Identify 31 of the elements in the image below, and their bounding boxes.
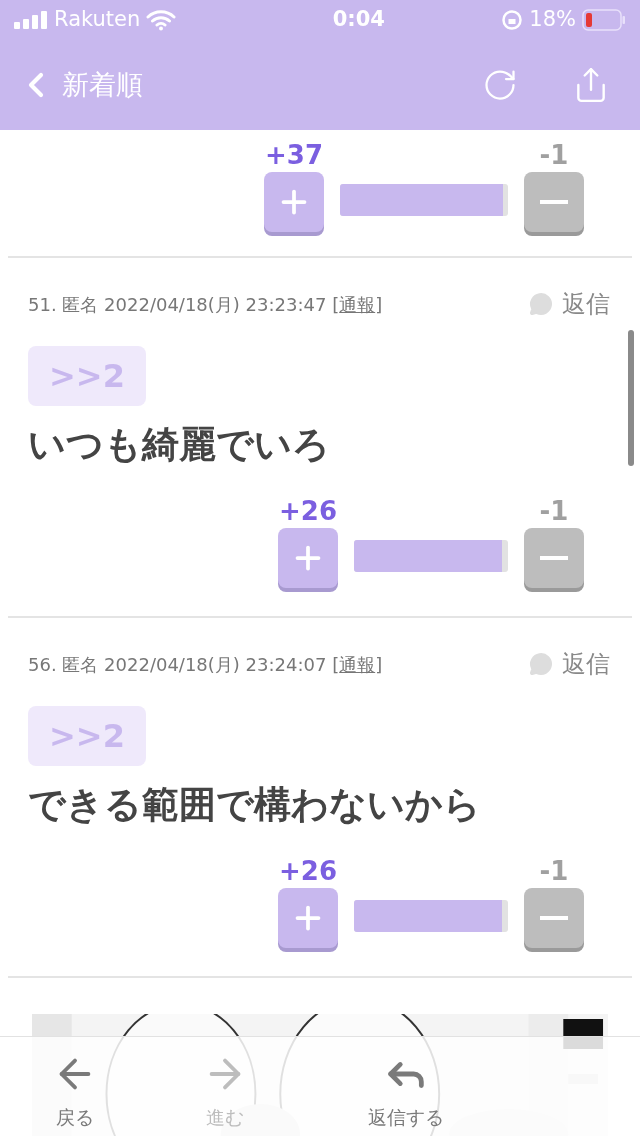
clock-time: 0:04: [332, 6, 385, 34]
minus-icon: [540, 556, 568, 560]
refresh-icon: [482, 67, 518, 103]
downvote-count: -1: [539, 498, 569, 524]
downvote-count: -1: [539, 142, 569, 168]
upvote-count: +26: [279, 498, 337, 524]
report-link[interactable]: 通報: [339, 293, 376, 315]
wifi-icon: [146, 9, 177, 31]
upvote-count: +37: [265, 142, 323, 168]
carrier-name: Rakuten: [54, 6, 141, 34]
refresh-button[interactable]: [482, 67, 518, 103]
post-meta: 56. 匿名 2022/04/18(月) 23:24:07 [通報]: [28, 652, 383, 677]
report-link[interactable]: 通報: [339, 653, 376, 675]
minus-icon: [540, 916, 568, 920]
reply-button[interactable]: 返信: [528, 286, 610, 322]
reply-button[interactable]: 返信: [528, 646, 610, 682]
minus-icon: [540, 200, 568, 204]
battery-percent: 18%: [529, 6, 576, 34]
battery-icon: [582, 9, 626, 31]
post-body: できる範囲で構わないから: [27, 782, 482, 828]
downvote-count: -1: [539, 858, 569, 884]
toolbar-button[interactable]: 戻る: [0, 1037, 150, 1132]
back-button[interactable]: 新着順: [16, 63, 143, 107]
speech-bubble-icon: [528, 652, 554, 676]
post-meta: 51. 匿名 2022/04/18(月) 23:23:47 [通報]: [28, 292, 383, 317]
rotation-lock-icon: [501, 9, 524, 31]
speech-bubble-icon: [528, 292, 554, 316]
toolbar-button[interactable]: 返信する: [326, 1037, 486, 1132]
upvote-count: +26: [279, 858, 337, 884]
signal-icon: [14, 11, 48, 29]
post-body: いつも綺麗でいろ: [27, 422, 331, 468]
